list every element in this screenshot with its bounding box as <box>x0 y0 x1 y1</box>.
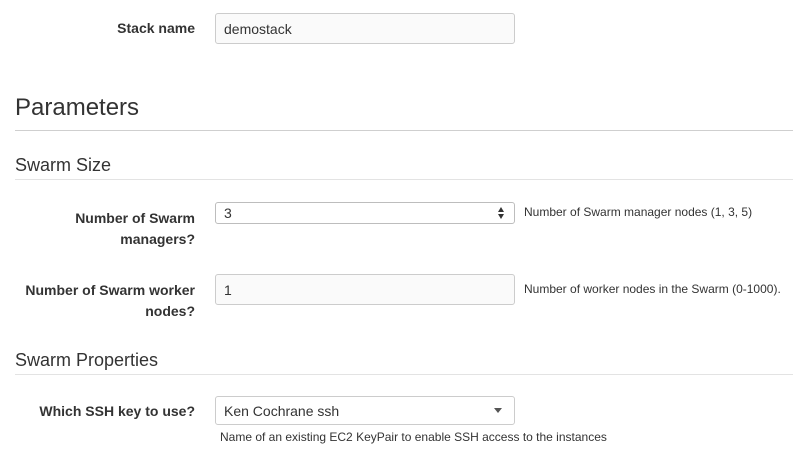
swarm-properties-heading: Swarm Properties <box>15 350 159 370</box>
swarm-managers-label: Number of Swarm managers? <box>75 208 195 250</box>
ssh-key-value: Ken Cochrane ssh <box>224 402 340 419</box>
swarm-managers-stepper[interactable]: 3 <box>215 202 515 224</box>
chevron-down-icon[interactable] <box>494 408 502 413</box>
swarm-workers-label: Number of Swarm worker nodes? <box>25 280 195 322</box>
ssh-key-help: Name of an existing EC2 KeyPair to enabl… <box>220 430 607 444</box>
stack-name-label: Stack name <box>117 20 195 36</box>
swarm-managers-label-line2: managers? <box>120 231 195 247</box>
stepper-down-icon[interactable] <box>498 214 504 219</box>
stack-name-value: demostack <box>224 20 292 37</box>
swarm-workers-label-line2: nodes? <box>145 303 195 319</box>
stepper-arrows-icon[interactable] <box>496 204 506 222</box>
parameters-heading: Parameters <box>15 94 140 121</box>
stack-parameters-form: Stack name demostack Parameters Swarm Si… <box>0 0 793 457</box>
swarm-managers-value: 3 <box>224 205 232 221</box>
swarm-workers-label-line1: Number of Swarm worker <box>25 282 195 298</box>
ssh-key-select[interactable]: Ken Cochrane ssh <box>215 396 515 425</box>
swarm-properties-divider <box>15 374 793 375</box>
ssh-key-label: Which SSH key to use? <box>39 403 195 419</box>
swarm-workers-input[interactable]: 1 <box>215 274 515 305</box>
swarm-size-divider <box>15 179 793 180</box>
swarm-workers-value: 1 <box>224 281 232 298</box>
stack-name-input[interactable]: demostack <box>215 13 515 44</box>
parameters-divider <box>15 130 793 131</box>
swarm-managers-label-line1: Number of Swarm <box>75 210 195 226</box>
swarm-size-heading: Swarm Size <box>15 155 112 175</box>
swarm-workers-help: Number of worker nodes in the Swarm (0-1… <box>524 282 781 296</box>
swarm-managers-help: Number of Swarm manager nodes (1, 3, 5) <box>524 205 753 219</box>
stepper-up-icon[interactable] <box>498 207 504 212</box>
